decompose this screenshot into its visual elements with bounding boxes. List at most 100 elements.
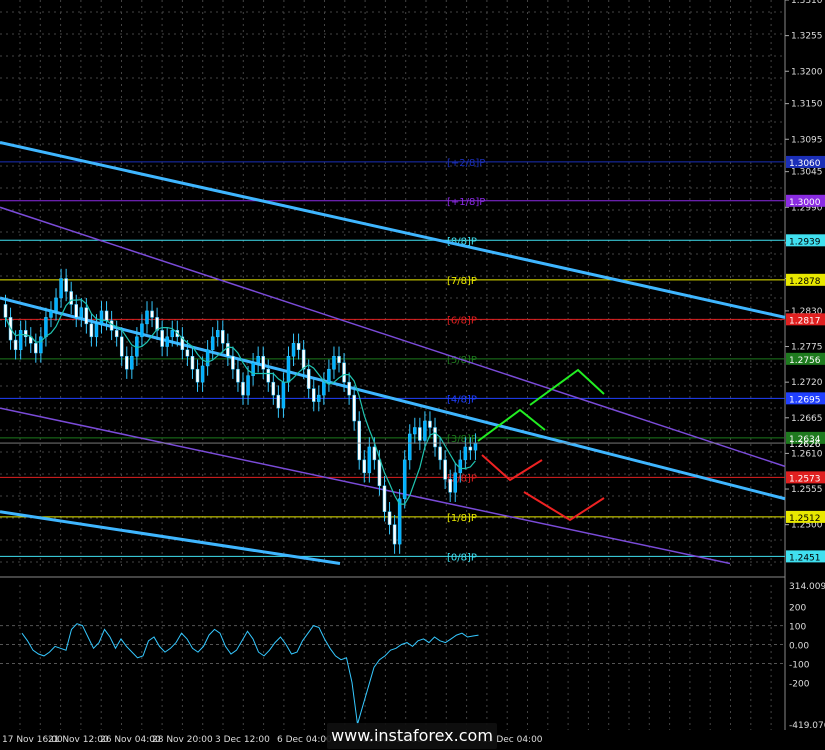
candle-body bbox=[428, 420, 432, 428]
price-box-label: 1.2756 bbox=[789, 356, 821, 366]
price-tick-label: 1.2610 bbox=[791, 449, 823, 459]
candle-body bbox=[44, 317, 48, 338]
candle-body bbox=[458, 459, 463, 474]
cci-tick-label: 200 bbox=[789, 604, 806, 614]
candle-body bbox=[190, 356, 195, 370]
candle-body bbox=[18, 330, 23, 351]
candle-body bbox=[291, 343, 296, 357]
chart-window: 1.3310 1.3255 1.3200 1.3150 1.3095 1.3045 1.29… bbox=[0, 0, 825, 750]
candle-body bbox=[317, 394, 321, 402]
candle-body bbox=[296, 343, 301, 351]
candle-body bbox=[453, 472, 457, 493]
candle-body bbox=[89, 323, 94, 338]
time-tick-label: 6 Dec 04:00 bbox=[277, 735, 332, 745]
current-price-label: 1.2626 bbox=[789, 440, 821, 450]
candle-body bbox=[236, 368, 240, 383]
candle-body bbox=[392, 524, 397, 545]
price-box-label: 1.2878 bbox=[789, 277, 821, 287]
price-tick-label: 1.3045 bbox=[791, 168, 823, 178]
candle-body bbox=[357, 420, 361, 461]
candle-body bbox=[286, 356, 291, 383]
price-tick-label: 1.3095 bbox=[791, 135, 823, 145]
cci-tick-label: 314.0099 bbox=[789, 582, 825, 592]
price-tick-label: 1.2665 bbox=[791, 414, 823, 424]
price-box-label: 1.2573 bbox=[789, 474, 821, 484]
candle-body bbox=[205, 349, 210, 367]
price-box-label: 1.3000 bbox=[789, 198, 821, 208]
price-box-label: 1.2512 bbox=[789, 514, 821, 524]
green-forecast-arrow-1 bbox=[477, 408, 546, 442]
candle-body bbox=[311, 388, 316, 402]
candle-body bbox=[382, 485, 387, 512]
price-box-label: 1.2939 bbox=[789, 237, 821, 247]
upper-regression-channel bbox=[0, 141, 786, 319]
cci-tick-label: -100 bbox=[789, 661, 810, 671]
candle-body bbox=[170, 330, 175, 338]
candle-body bbox=[241, 381, 245, 396]
candle-body bbox=[402, 459, 407, 499]
candle-body bbox=[433, 427, 437, 448]
price-tick-label: 1.3200 bbox=[791, 67, 823, 77]
candle-body bbox=[261, 356, 265, 370]
candle-body bbox=[210, 336, 215, 351]
candle-body bbox=[468, 446, 473, 451]
candle-body bbox=[39, 336, 43, 354]
candle-body bbox=[266, 368, 271, 383]
candle-body bbox=[408, 433, 412, 461]
candle-body bbox=[438, 446, 442, 461]
candle-body bbox=[195, 368, 200, 383]
candle-body bbox=[473, 442, 478, 451]
candle-body bbox=[397, 498, 402, 545]
lower-regression-channel bbox=[0, 510, 341, 566]
candle-body bbox=[377, 459, 382, 487]
time-tick-label: 28 Nov 20:00 bbox=[152, 735, 213, 745]
price-box-label: 1.3060 bbox=[789, 159, 821, 169]
murray-level-label: [1/8]P bbox=[447, 513, 477, 524]
candle-body bbox=[79, 307, 84, 318]
candle-body bbox=[443, 459, 447, 480]
candle-body bbox=[327, 368, 331, 383]
cci-tick-label: 0.00 bbox=[789, 642, 809, 652]
candle-body bbox=[413, 427, 417, 435]
candle-body bbox=[221, 330, 225, 344]
price-box-label: 1.2817 bbox=[789, 316, 821, 326]
candle-body bbox=[352, 394, 356, 422]
candle-body bbox=[200, 365, 205, 383]
murray-level-label: [+1/8]P bbox=[447, 197, 485, 208]
candle-body bbox=[215, 330, 220, 338]
candle-body bbox=[231, 356, 235, 370]
candle-body bbox=[418, 427, 422, 441]
candle-body bbox=[49, 310, 53, 318]
candle-body bbox=[342, 362, 346, 383]
candle-body bbox=[34, 343, 38, 354]
candle-body bbox=[367, 446, 372, 474]
red-forecast-arrow-1 bbox=[481, 454, 543, 482]
murray-level-label: [+2/8]P bbox=[447, 158, 485, 169]
price-box-label: 1.2695 bbox=[789, 395, 821, 405]
candle-body bbox=[301, 349, 306, 370]
instaforex-watermark: www.instaforex.com bbox=[327, 723, 497, 749]
candle-body bbox=[13, 339, 18, 351]
murray-level-label: [7/8]P bbox=[447, 276, 477, 287]
price-chart: 1.3310 1.3255 1.3200 1.3150 1.3095 1.3045 1.29… bbox=[0, 0, 825, 745]
candle-body bbox=[322, 381, 326, 396]
candle-body bbox=[306, 368, 311, 389]
candle-body bbox=[114, 330, 119, 338]
candle-body bbox=[246, 375, 250, 396]
candle-body bbox=[145, 310, 149, 325]
cci-tick-label: -200 bbox=[789, 679, 810, 689]
candle-body bbox=[271, 381, 276, 396]
murray-level-label: [0/8]P bbox=[447, 552, 477, 563]
green-forecast-arrow-2 bbox=[529, 368, 605, 406]
candle-body bbox=[74, 304, 78, 318]
candle-body bbox=[387, 511, 392, 525]
candle-body bbox=[281, 381, 286, 409]
candle-body bbox=[59, 278, 63, 299]
candle-body bbox=[54, 297, 58, 312]
price-tick-label: 1.3150 bbox=[791, 100, 823, 110]
candle-body bbox=[165, 336, 169, 347]
murray-level-label: [4/8]P bbox=[447, 394, 477, 405]
candle-body bbox=[276, 394, 281, 409]
price-tick-label: 1.3255 bbox=[791, 32, 823, 42]
price-tick-label: 1.3310 bbox=[791, 0, 823, 6]
